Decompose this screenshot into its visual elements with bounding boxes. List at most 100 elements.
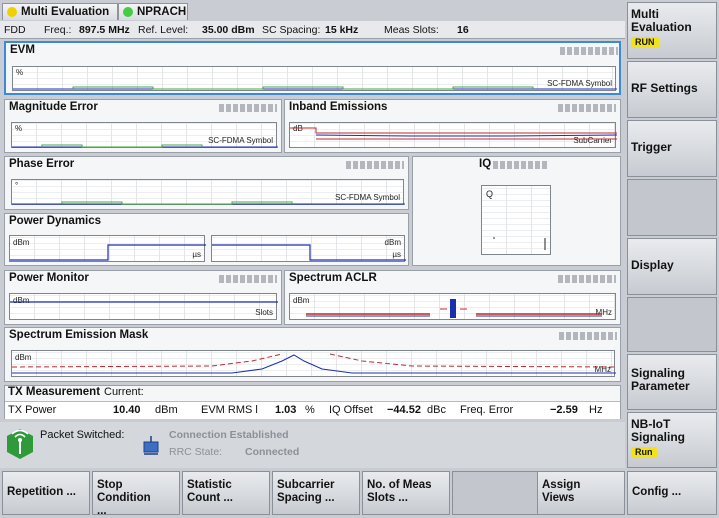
sc-spacing-label: SC Spacing: [262, 24, 321, 36]
inband-status-indicator [558, 104, 616, 112]
empty-bottom-softkey [452, 471, 540, 515]
freq-value: 897.5 MHz [79, 24, 130, 36]
power-dynamics-title: Power Dynamics [9, 215, 102, 227]
subcarrier-spacing-label: Subcarrier Spacing ... [277, 479, 335, 504]
tx-mode-label: Current: [104, 386, 144, 398]
evm-rms-unit: % [305, 404, 315, 416]
green-status-led [123, 7, 133, 17]
rrc-state-value: Connected [245, 446, 300, 458]
evm-title: EVM [10, 44, 35, 56]
sem-status-indicator [559, 332, 617, 340]
info-bar: FDD Freq.: 897.5 MHz Ref. Level: 35.00 d… [0, 21, 625, 39]
phase-status-indicator [346, 161, 404, 169]
inband-trace [290, 127, 617, 140]
tx-measurement-panel: TX Measurement Current: TX Power 10.40 d… [4, 385, 621, 419]
magnitude-error-plot: % SC-FDMA Symbol [11, 122, 278, 148]
duplex-mode: FDD [4, 24, 26, 36]
nb-iot-signaling-label: NB-IoT Signaling [631, 417, 685, 444]
freq-error-value: −2.59 [550, 404, 578, 416]
evm-rms-value: 1.03 [275, 404, 297, 416]
yellow-status-led [7, 7, 17, 17]
magnitude-error-panel[interactable]: Magnitude Error % SC-FDMA Symbol [4, 99, 282, 153]
tx-measurement-title: TX Measurement [8, 386, 101, 398]
evm-rms-label: EVM RMS l [201, 404, 258, 416]
no-of-meas-slots-label: No. of Meas Slots ... [367, 479, 432, 504]
phase-error-panel[interactable]: Phase Error ° SC-FDMA Symbol [4, 156, 409, 210]
packet-switched-antenna-icon [7, 429, 33, 459]
iq-offset-unit: dBc [427, 404, 446, 416]
phase-trace [12, 201, 405, 205]
trigger-softkey[interactable]: Trigger [627, 120, 717, 177]
rf-settings-softkey[interactable]: RF Settings [627, 61, 717, 118]
sem-title: Spectrum Emission Mask [9, 329, 149, 341]
inband-emissions-panel[interactable]: Inband Emissions dB SubCarrier [284, 99, 621, 153]
magnitude-error-title: Magnitude Error [9, 101, 98, 113]
multi-evaluation-softkey[interactable]: Multi Evaluation RUN [627, 2, 717, 59]
multi-evaluation-run-badge: RUN [631, 37, 659, 48]
pmon-status-indicator [219, 275, 277, 283]
tab-multi-evaluation[interactable]: Multi Evaluation [2, 3, 118, 20]
subcarrier-spacing-softkey[interactable]: Subcarrier Spacing ... [272, 471, 360, 515]
ref-level-value: 35.00 dBm [202, 24, 255, 36]
power-monitor-plot: dBm Slots [9, 293, 278, 320]
sem-trace [12, 353, 616, 374]
connection-established-label: Connection Established [169, 429, 289, 441]
no-of-meas-slots-softkey[interactable]: No. of Meas Slots ... [362, 471, 450, 515]
empty-softkey-1 [627, 179, 717, 236]
statistic-count-label: Statistic Count ... [187, 479, 233, 504]
rrc-state-label: RRC State: [169, 446, 223, 458]
power-dynamics-left-plot: dBm µs [9, 235, 206, 262]
spectrum-emission-mask-panel[interactable]: Spectrum Emission Mask dBm MHz [4, 327, 621, 382]
iq-title: IQ [479, 158, 492, 170]
iq-constellation-plot: Q [481, 185, 551, 255]
nb-iot-signaling-softkey[interactable]: NB-IoT Signaling Run [627, 412, 717, 468]
stop-condition-softkey[interactable]: Stop Condition ... [92, 471, 180, 517]
assign-views-label: Assign Views [542, 479, 581, 504]
inband-emissions-title: Inband Emissions [289, 101, 388, 113]
inband-emissions-plot: dB SubCarrier [289, 122, 617, 148]
aclr-status-indicator [558, 275, 616, 283]
phase-error-title: Phase Error [9, 158, 75, 170]
spectrum-aclr-plot: dBm MHz [289, 293, 616, 320]
packet-switched-label: Packet Switched: [40, 429, 125, 441]
tab-nprach[interactable]: NPRACH [118, 3, 188, 20]
signaling-parameter-label: Signaling Parameter [631, 366, 690, 393]
repetition-label: Repetition ... [7, 486, 76, 498]
connection-network-icon [143, 436, 159, 455]
iq-panel[interactable]: IQ Q [412, 156, 621, 266]
display-softkey[interactable]: Display [627, 238, 717, 295]
statistic-count-softkey[interactable]: Statistic Count ... [182, 471, 270, 515]
power-monitor-panel[interactable]: Power Monitor dBm Slots [4, 270, 282, 325]
multi-evaluation-label: Multi Evaluation [631, 7, 692, 34]
iq-offset-label: IQ Offset [329, 404, 373, 416]
evm-plot: % SC-FDMA Symbol [12, 66, 617, 91]
stop-condition-label: Stop Condition ... [97, 479, 151, 517]
tx-values-row: TX Power 10.40 dBm EVM RMS l 1.03 % IQ O… [5, 401, 620, 419]
evm-panel[interactable]: EVM % SC-FDMA Symbol [4, 41, 621, 95]
ref-level-label: Ref. Level: [138, 24, 189, 36]
pdyn-left-trace [10, 244, 206, 261]
assign-views-softkey[interactable]: Assign Views [537, 471, 625, 515]
config-label: Config ... [632, 486, 682, 498]
sc-spacing-value: 15 kHz [325, 24, 359, 36]
phase-error-plot: ° SC-FDMA Symbol [11, 179, 405, 205]
spectrum-aclr-panel[interactable]: Spectrum ACLR dBm MHz [284, 270, 621, 325]
pmon-trace [10, 301, 278, 303]
repetition-softkey[interactable]: Repetition ... [2, 471, 90, 515]
aclr-trace [306, 299, 602, 318]
iq-status-indicator [493, 161, 549, 169]
pdyn-right-trace [212, 244, 406, 261]
mag-status-indicator [219, 104, 277, 112]
tx-power-label: TX Power [8, 404, 57, 416]
config-softkey[interactable]: Config ... [627, 471, 717, 515]
tx-power-value: 10.40 [113, 404, 141, 416]
status-area: Packet Switched: Connection Established … [0, 422, 625, 468]
power-monitor-title: Power Monitor [9, 272, 89, 284]
tx-power-unit: dBm [155, 404, 178, 416]
evm-status-indicator [560, 47, 618, 55]
iq-offset-value: −44.52 [387, 404, 421, 416]
power-dynamics-panel[interactable]: Power Dynamics dBm µs dBm µs [4, 213, 409, 266]
nb-iot-run-badge: Run [631, 447, 657, 458]
meas-slots-label: Meas Slots: [384, 24, 439, 36]
signaling-parameter-softkey[interactable]: Signaling Parameter [627, 354, 717, 410]
